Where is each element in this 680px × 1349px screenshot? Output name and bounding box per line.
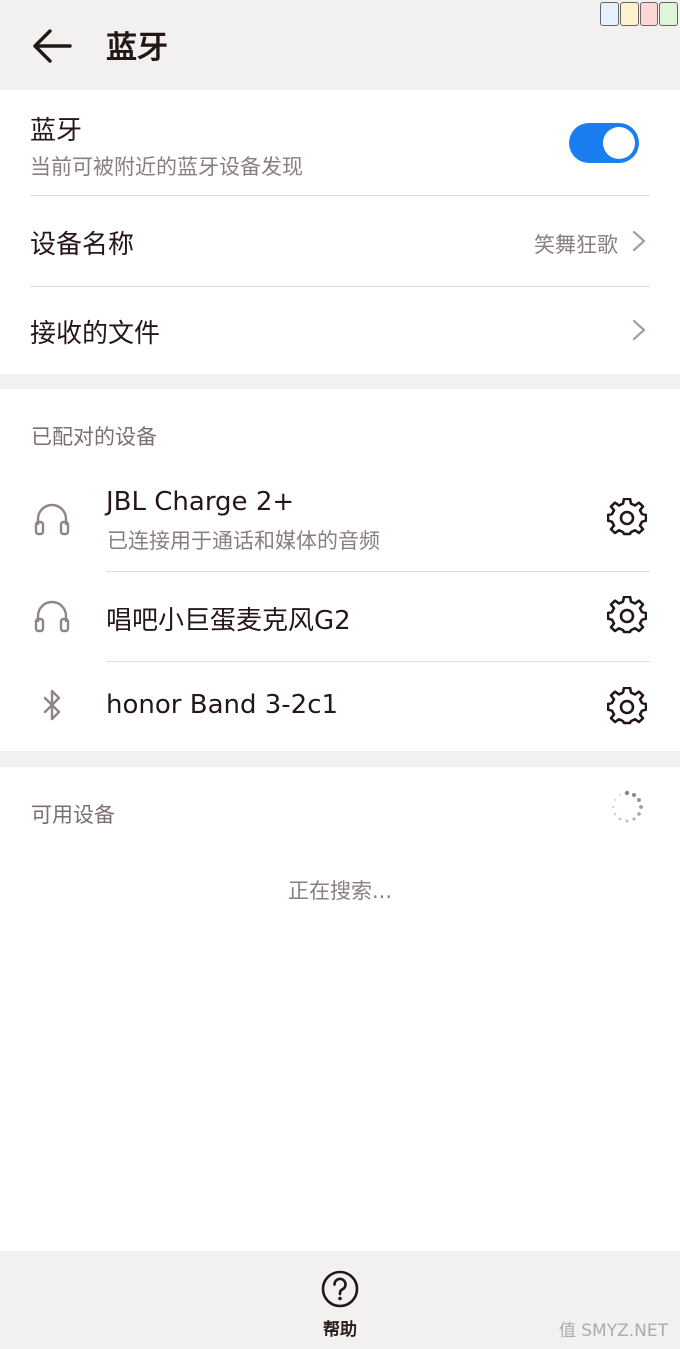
bluetooth-icon: [43, 689, 61, 721]
paired-device-item[interactable]: 唱吧小巨蛋麦克风G2: [0, 572, 680, 662]
app-header: 蓝牙: [0, 0, 680, 90]
received-files-row[interactable]: 接收的文件: [30, 287, 650, 374]
bluetooth-settings-card: 蓝牙 当前可被附近的蓝牙设备发现 设备名称 笑舞狂歌 接收的文件: [0, 90, 680, 374]
available-devices-card: 可用设备 正在搜索...: [0, 767, 680, 1251]
device-name: 唱吧小巨蛋麦克风G2: [106, 606, 351, 636]
headphones-icon: [34, 503, 70, 536]
back-button[interactable]: [28, 24, 76, 68]
gear-icon[interactable]: [607, 596, 647, 636]
arrow-left-icon: [33, 29, 72, 63]
searching-status: 正在搜索...: [287, 879, 393, 903]
bottom-toolbar: 帮助 值 SMYZ.NET: [0, 1251, 680, 1349]
headphones-icon: [34, 600, 70, 633]
loading-spinner-icon: [611, 790, 643, 823]
device-name: honor Band 3-2c1: [106, 690, 339, 720]
device-name-label: 设备名称: [30, 230, 135, 260]
watermark-text: 值 SMYZ.NET: [558, 1321, 668, 1341]
watermark-logo: [600, 2, 678, 26]
gear-icon[interactable]: [607, 498, 647, 538]
chevron-right-icon: [632, 230, 646, 252]
paired-section-title: 已配对的设备: [31, 425, 157, 449]
gear-icon[interactable]: [607, 687, 647, 727]
chevron-right-icon: [632, 319, 646, 341]
help-button[interactable]: 帮助: [300, 1265, 380, 1345]
bluetooth-description: 当前可被附近的蓝牙设备发现: [30, 155, 303, 179]
help-icon: [321, 1270, 359, 1308]
toggle-knob: [603, 127, 635, 159]
device-status: 已连接用于通话和媒体的音频: [107, 529, 380, 553]
available-section-title: 可用设备: [31, 803, 115, 827]
received-files-label: 接收的文件: [30, 319, 161, 349]
paired-devices-card: 已配对的设备 JBL Charge 2+ 已连接用于通话和媒体的音频 唱吧小巨蛋…: [0, 389, 680, 751]
paired-device-item[interactable]: honor Band 3-2c1: [0, 662, 680, 751]
paired-device-item[interactable]: JBL Charge 2+ 已连接用于通话和媒体的音频: [0, 479, 680, 571]
device-name: JBL Charge 2+: [106, 487, 295, 517]
device-name-value: 笑舞狂歌: [534, 233, 618, 257]
bluetooth-toggle-row[interactable]: 蓝牙 当前可被附近的蓝牙设备发现: [30, 110, 650, 181]
help-label: 帮助: [323, 1320, 357, 1340]
bluetooth-label: 蓝牙: [30, 116, 83, 146]
bluetooth-toggle[interactable]: [569, 123, 639, 163]
page-title: 蓝牙: [106, 30, 168, 66]
device-name-row[interactable]: 设备名称 笑舞狂歌: [30, 196, 650, 286]
